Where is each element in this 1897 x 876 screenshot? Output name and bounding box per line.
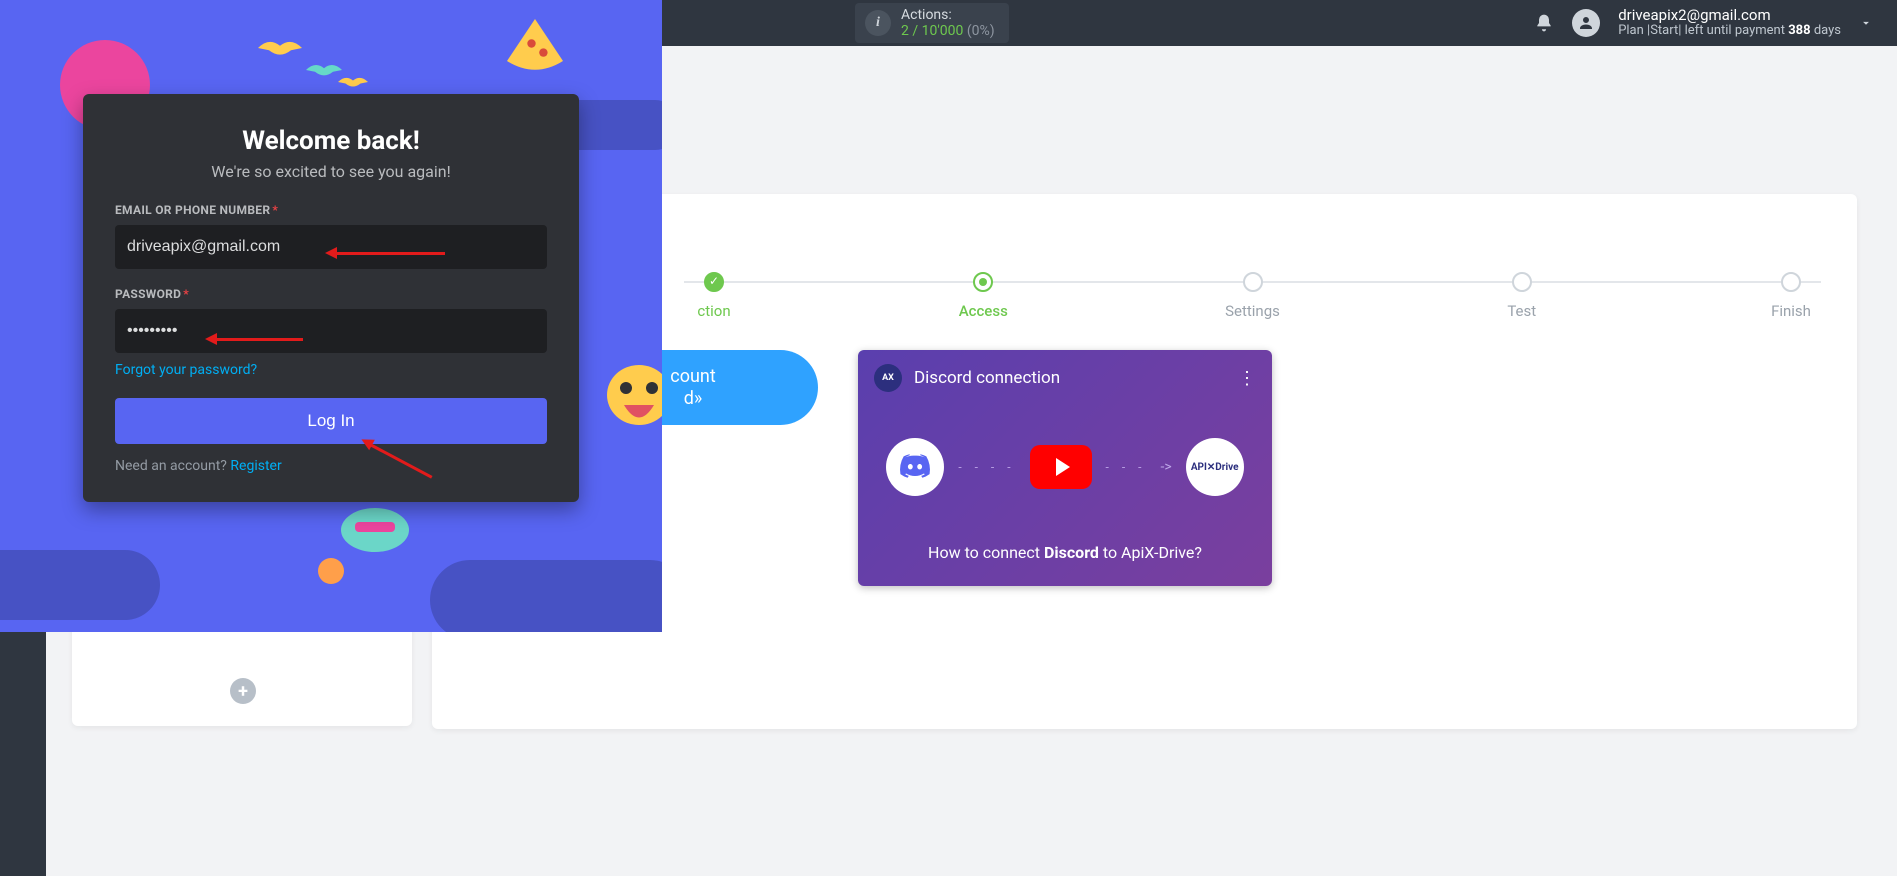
- video-caption: How to connect Discord to ApiX-Drive?: [858, 543, 1272, 562]
- login-subtitle: We're so excited to see you again!: [115, 162, 547, 181]
- annotation-arrow: [335, 252, 445, 255]
- step-finish[interactable]: Finish: [1761, 272, 1821, 320]
- user-block[interactable]: driveapix2@gmail.com Plan |Start| left u…: [1618, 7, 1841, 39]
- need-account-text: Need an account? Register: [115, 458, 547, 474]
- bird-decoration: [306, 60, 342, 80]
- step-dot-icon: [1512, 272, 1532, 292]
- step-dot-active-icon: [973, 272, 993, 292]
- login-heading: Welcome back!: [115, 126, 547, 156]
- card-title-fragment: ngs): [468, 222, 1821, 250]
- avatar-icon[interactable]: [1572, 9, 1600, 37]
- bird-decoration: [338, 74, 368, 90]
- step-connection[interactable]: ction: [684, 272, 744, 320]
- step-dot-done-icon: [704, 272, 724, 292]
- pizza-decoration: [500, 12, 570, 82]
- step-dot-icon: [1243, 272, 1263, 292]
- bird-decoration: [258, 36, 302, 60]
- forgot-password-link[interactable]: Forgot your password?: [115, 362, 257, 378]
- apix-icon: API✕Drive: [1186, 438, 1244, 496]
- video-title: Discord connection: [914, 368, 1060, 388]
- email-label: EMAIL OR PHONE NUMBER*: [115, 203, 547, 217]
- step-access[interactable]: Access: [953, 272, 1013, 320]
- info-icon: i: [865, 10, 891, 36]
- bell-icon[interactable]: [1534, 13, 1554, 33]
- stepper: ction Access Settings Test Finish: [684, 272, 1821, 320]
- face-decoration: [604, 360, 662, 450]
- user-plan: Plan |Start| left until payment 388 days: [1618, 24, 1841, 39]
- actions-label: Actions:: [901, 7, 995, 23]
- login-button[interactable]: Log In: [115, 398, 547, 444]
- play-icon[interactable]: [1030, 445, 1092, 489]
- user-email: driveapix2@gmail.com: [1618, 7, 1841, 24]
- annotation-arrow: [215, 338, 303, 341]
- discord-login-card: Welcome back! We're so excited to see yo…: [83, 94, 579, 502]
- chevron-down-icon[interactable]: [1859, 16, 1873, 30]
- step-settings[interactable]: Settings: [1223, 272, 1283, 320]
- character-decoration: [335, 500, 415, 560]
- dot-decoration: [318, 558, 344, 584]
- actions-summary[interactable]: i Actions: 2 / 10'000 (0%): [855, 3, 1009, 43]
- password-input[interactable]: [115, 309, 547, 353]
- actions-text: Actions: 2 / 10'000 (0%): [901, 7, 995, 39]
- step-dot-icon: [1781, 272, 1801, 292]
- video-thumbnail[interactable]: AX Discord connection ⋮ - - - - - - --> …: [858, 350, 1272, 586]
- step-test[interactable]: Test: [1492, 272, 1552, 320]
- discord-icon: [886, 438, 944, 496]
- cloud-decoration: [0, 550, 160, 620]
- actions-total: 10'000: [922, 23, 964, 39]
- cloud-decoration: [430, 560, 662, 632]
- register-link[interactable]: Register: [230, 458, 281, 474]
- add-button[interactable]: +: [230, 678, 256, 704]
- discord-login-overlay: Welcome back! We're so excited to see yo…: [0, 0, 662, 632]
- kebab-icon[interactable]: ⋮: [1238, 368, 1256, 389]
- video-channel-avatar: AX: [874, 364, 902, 392]
- actions-used: 2: [901, 23, 909, 39]
- video-center-graphic: - - - - - - --> API✕Drive: [858, 438, 1272, 496]
- actions-pct: (0%): [967, 23, 995, 39]
- password-label: PASSWORD*: [115, 287, 547, 301]
